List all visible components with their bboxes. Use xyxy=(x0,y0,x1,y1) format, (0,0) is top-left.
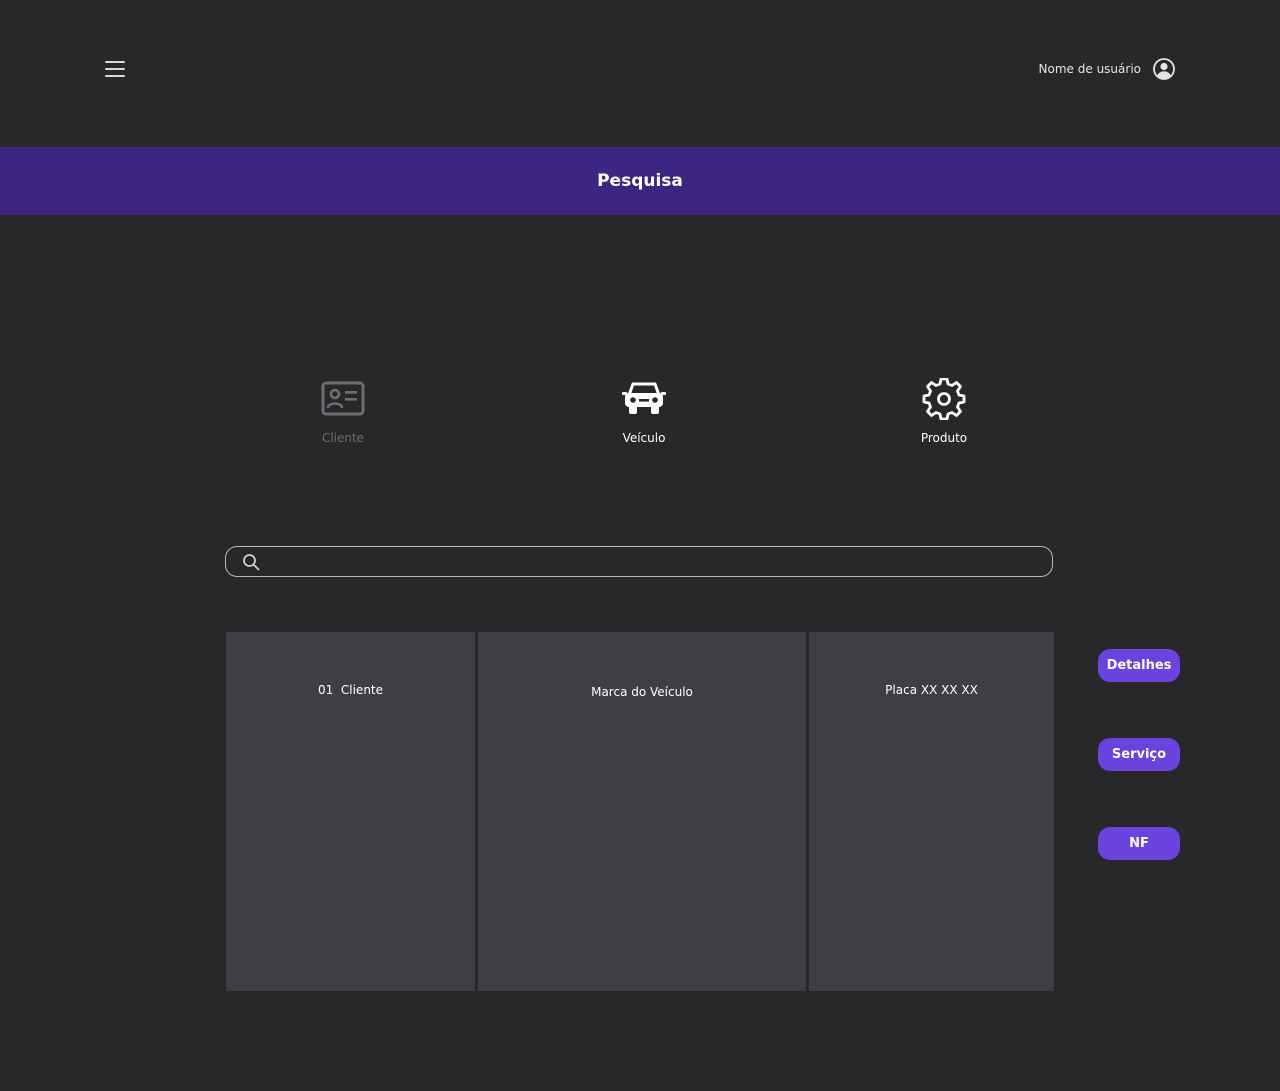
category-veiculo[interactable]: Veículo xyxy=(574,378,714,445)
user-menu[interactable]: Nome de usuário xyxy=(1039,56,1176,82)
category-label: Veículo xyxy=(622,431,666,445)
car-icon xyxy=(622,382,666,414)
category-label: Cliente xyxy=(321,431,365,445)
details-button[interactable]: Detalhes xyxy=(1098,649,1180,682)
category-cliente[interactable]: Cliente xyxy=(273,378,413,445)
search-icon xyxy=(243,554,260,571)
result-cell-client: 01 Cliente xyxy=(226,632,475,991)
hamburger-menu-icon xyxy=(105,61,125,77)
vehicle-plate: Placa XX XX XX xyxy=(885,683,978,697)
gear-icon xyxy=(922,378,966,420)
id-card-icon xyxy=(321,381,365,416)
service-button[interactable]: Serviço xyxy=(1098,738,1180,771)
client-number: 01 Cliente xyxy=(317,683,384,697)
search-bar xyxy=(225,546,1053,577)
menu-button[interactable] xyxy=(101,56,129,82)
user-circle-icon[interactable] xyxy=(1152,57,1176,81)
search-input[interactable] xyxy=(270,550,1044,575)
category-label: Produto xyxy=(920,431,968,445)
vehicle-brand: Marca do Veículo xyxy=(591,685,693,699)
page-title: Pesquisa xyxy=(597,171,683,191)
category-produto[interactable]: Produto xyxy=(874,378,1014,445)
page-banner: Pesquisa xyxy=(0,147,1280,215)
result-row[interactable]: 01 Cliente Marca do Veículo Placa XX XX … xyxy=(226,632,1054,991)
invoice-button[interactable]: NF xyxy=(1098,827,1180,860)
result-cell-plate: Placa XX XX XX xyxy=(809,632,1054,991)
result-cell-vehicle-brand: Marca do Veículo xyxy=(478,632,806,991)
user-name: Nome de usuário xyxy=(1038,62,1141,76)
